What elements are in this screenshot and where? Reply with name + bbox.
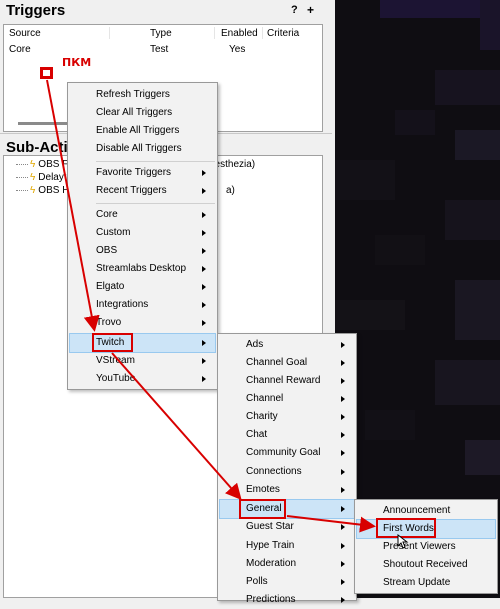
arrow-to-first-words — [286, 515, 376, 533]
annotation-arrows — [46, 79, 376, 533]
mouse-cursor-icon — [397, 534, 409, 549]
arrow-to-twitch — [46, 79, 100, 332]
arrow-to-general — [111, 352, 242, 500]
